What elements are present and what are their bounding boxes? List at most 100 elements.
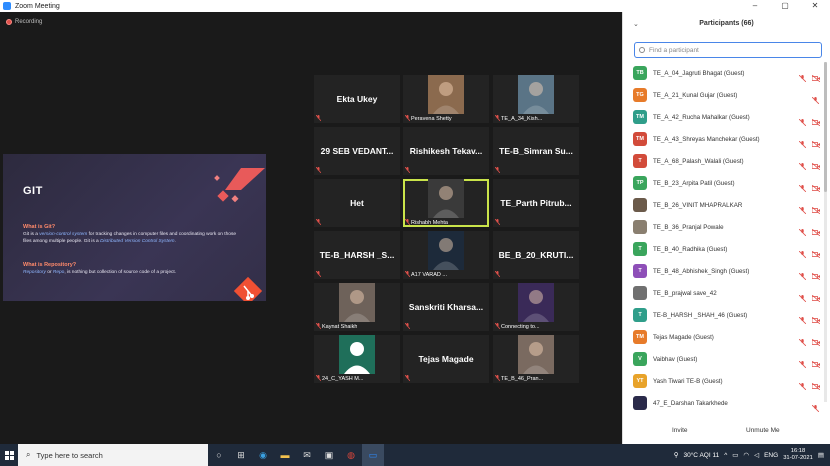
task-view-icon[interactable]: ○: [208, 444, 230, 466]
participant-row[interactable]: T TE-B_HARSH _SHAH_46 (Guest): [623, 304, 823, 326]
notification-icon[interactable]: ▤: [818, 451, 824, 459]
tray-chevron-icon[interactable]: ^: [724, 452, 727, 459]
video-tile[interactable]: BE_B_20_KRUTI...: [493, 231, 579, 279]
video-tile[interactable]: TE-B_Simran Su...: [493, 127, 579, 175]
muted-mic-icon[interactable]: [798, 245, 807, 259]
video-off-icon[interactable]: [811, 135, 821, 149]
muted-mic-icon[interactable]: [798, 311, 807, 325]
video-tile[interactable]: Rishikesh Tekav...: [403, 127, 489, 175]
widgets-icon[interactable]: ⊞: [230, 444, 252, 466]
participant-row[interactable]: TG TE_A_21_Kunal Gujar (Guest): [623, 84, 823, 106]
video-tile[interactable]: Peravena Shetty: [403, 75, 489, 123]
zoom-taskbar-icon[interactable]: ▭: [362, 444, 384, 466]
muted-mic-icon[interactable]: [798, 333, 807, 347]
participant-row[interactable]: TE_B_26_VINIT MHAPRALKAR: [623, 194, 823, 216]
language-indicator[interactable]: ENG: [764, 452, 778, 459]
video-tile[interactable]: 24_C_YASH M...: [314, 335, 400, 383]
muted-mic-icon[interactable]: [798, 355, 807, 369]
chrome-icon[interactable]: ◍: [340, 444, 362, 466]
video-tile[interactable]: Ekta Ukey: [314, 75, 400, 123]
muted-mic-icon[interactable]: [798, 69, 807, 83]
muted-mic-icon[interactable]: [798, 377, 807, 391]
edge-icon[interactable]: ◉: [252, 444, 274, 466]
video-off-icon[interactable]: [811, 311, 821, 325]
participant-search-input[interactable]: Find a participant: [634, 42, 822, 58]
participant-row[interactable]: YT Yash Tiwari TE-B (Guest): [623, 370, 823, 392]
mail-icon[interactable]: ✉: [296, 444, 318, 466]
participant-row[interactable]: TM Tejas Magade (Guest): [623, 326, 823, 348]
minimize-button[interactable]: –: [740, 0, 770, 12]
muted-mic-icon[interactable]: [798, 179, 807, 193]
file-explorer-icon[interactable]: ▬: [274, 444, 296, 466]
video-tile[interactable]: Connecting to...: [493, 283, 579, 331]
video-tile[interactable]: Het: [314, 179, 400, 227]
slide-question-1: What is Git?: [23, 224, 56, 230]
video-off-icon[interactable]: [811, 157, 821, 171]
muted-mic-icon[interactable]: [798, 267, 807, 281]
video-tile[interactable]: Sanskriti Kharsa...: [403, 283, 489, 331]
video-off-icon[interactable]: [811, 333, 821, 347]
participant-row[interactable]: TP TE_B_23_Arpita Patil (Guest): [623, 172, 823, 194]
clock[interactable]: 16:18 31-07-2021: [783, 448, 813, 462]
volume-icon[interactable]: ◁: [754, 451, 759, 459]
participant-row[interactable]: TE_B_36_Pranjal Powale: [623, 216, 823, 238]
video-off-icon[interactable]: [811, 69, 821, 83]
participant-row[interactable]: T TE_B_40_Radhika (Guest): [623, 238, 823, 260]
video-off-icon[interactable]: [811, 201, 821, 215]
muted-mic-icon[interactable]: [798, 223, 807, 237]
taskbar-search[interactable]: ⌕ Type here to search: [18, 444, 208, 466]
video-tile[interactable]: A17 VARAD ...: [403, 231, 489, 279]
muted-mic-icon[interactable]: [798, 201, 807, 215]
participant-row[interactable]: TE_B_prajwal save_42: [623, 282, 823, 304]
video-off-icon[interactable]: [811, 179, 821, 193]
windows-start-icon[interactable]: [0, 444, 18, 466]
unmute-me-button[interactable]: Unmute Me: [741, 425, 785, 436]
muted-mic-icon[interactable]: [798, 289, 807, 303]
participant-row[interactable]: T TE_A_68_Palash_Walali (Guest): [623, 150, 823, 172]
weather-text[interactable]: 30°C AQI 11: [683, 452, 719, 459]
video-tile[interactable]: TE_A_34_Kish...: [493, 75, 579, 123]
participant-row[interactable]: V Vaibhav (Guest): [623, 348, 823, 370]
muted-mic-icon[interactable]: [798, 157, 807, 171]
invite-button[interactable]: Invite: [667, 425, 693, 436]
scrollbar-thumb[interactable]: [824, 62, 827, 192]
participant-video: [518, 335, 554, 374]
video-tile[interactable]: 29 SEB VEDANT...: [314, 127, 400, 175]
video-tile[interactable]: Rishabh Mehta: [403, 179, 489, 227]
video-off-icon[interactable]: [811, 223, 821, 237]
participant-status-icons: [798, 201, 821, 215]
muted-mic-icon[interactable]: [811, 399, 820, 413]
participant-row[interactable]: TB TE_A_04_Jagruti Bhagat (Guest): [623, 62, 823, 84]
participant-avatar: YT: [633, 374, 647, 388]
participant-row[interactable]: T TE_B_48_Abhishek_Singh (Guest): [623, 260, 823, 282]
video-off-icon[interactable]: [811, 267, 821, 281]
video-tile[interactable]: Tejas Magade: [403, 335, 489, 383]
participant-row[interactable]: TM TE_A_43_Shreyas Manchekar (Guest): [623, 128, 823, 150]
video-off-icon[interactable]: [811, 289, 821, 303]
maximize-button[interactable]: ▢: [770, 0, 800, 12]
video-tile[interactable]: Kaynat Shaikh: [314, 283, 400, 331]
video-tile[interactable]: TE_Parth Pitrub...: [493, 179, 579, 227]
store-icon[interactable]: ▣: [318, 444, 340, 466]
muted-mic-icon[interactable]: [811, 91, 820, 105]
muted-mic-icon[interactable]: [798, 113, 807, 127]
clock-time: 16:18: [790, 448, 806, 454]
video-off-icon[interactable]: [811, 113, 821, 127]
wifi-icon[interactable]: ◠: [743, 451, 749, 459]
participant-row[interactable]: TM TE_A_42_Rucha Mahalkar (Guest): [623, 106, 823, 128]
video-off-icon[interactable]: [811, 355, 821, 369]
muted-mic-icon[interactable]: [798, 135, 807, 149]
video-tile[interactable]: TE-B_HARSH _S...: [314, 231, 400, 279]
video-off-icon[interactable]: [811, 377, 821, 391]
battery-icon[interactable]: ▭: [732, 451, 738, 459]
video-tile[interactable]: TE_B_46_Pran...: [493, 335, 579, 383]
participants-scrollbar[interactable]: [824, 62, 827, 402]
shared-screen[interactable]: GIT What is Git? Git is a version-contro…: [3, 154, 266, 301]
recording-indicator[interactable]: Recording: [6, 19, 42, 25]
participant-avatar: [633, 198, 647, 212]
participant-row[interactable]: 47_E_Darshan Takarkhede: [623, 392, 823, 414]
video-off-icon[interactable]: [811, 245, 821, 259]
close-button[interactable]: ✕: [800, 0, 830, 12]
person-icon[interactable]: ⚲: [674, 451, 679, 459]
participant-status-icons: [798, 157, 821, 171]
